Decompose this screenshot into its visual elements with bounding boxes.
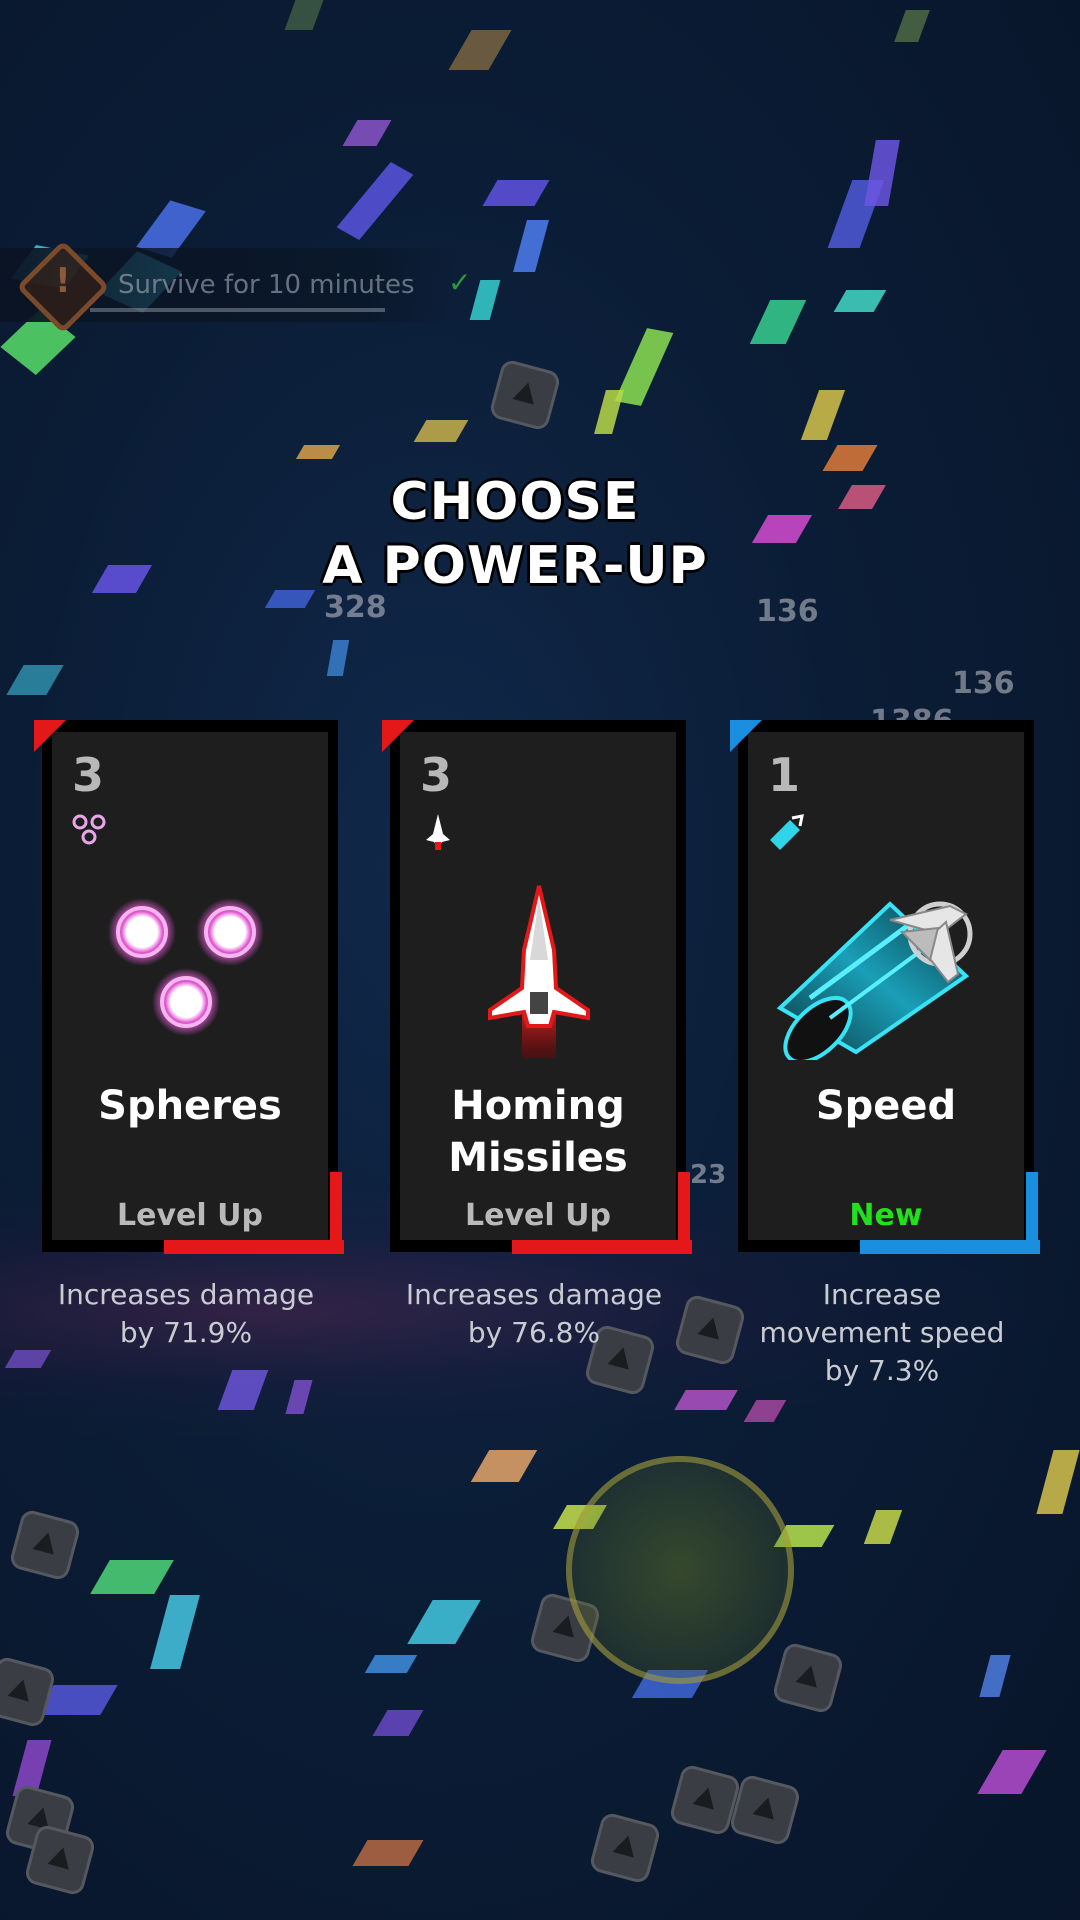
- speed-small-icon: [770, 814, 804, 850]
- card-corner-accent: [730, 720, 762, 752]
- card-level: 1: [768, 748, 801, 802]
- card-corner-accent: [34, 720, 66, 752]
- checkmark-icon: ✓: [448, 266, 472, 299]
- card-accent-bottom: [512, 1240, 692, 1254]
- spheres-icon: [108, 898, 264, 1036]
- card-status-new: New: [849, 1198, 923, 1233]
- description-line: movement speed: [759, 1316, 1005, 1349]
- card-accent-right: [678, 1172, 690, 1248]
- quest-progress-line: [90, 308, 385, 312]
- quest-text: Survive for 10 minutes: [118, 270, 415, 300]
- card-accent-bottom: [164, 1240, 344, 1254]
- card-name: Homing Missiles: [400, 1080, 676, 1184]
- joystick-control[interactable]: [566, 1456, 794, 1684]
- card-name-line-2: Missiles: [448, 1135, 628, 1181]
- title-line-1: CHOOSE: [390, 472, 640, 532]
- card-accent-right: [330, 1172, 342, 1248]
- powerup-card-speed[interactable]: 1 Speed New: [730, 720, 1040, 1254]
- card-description-speed: Increase movement speed by 7.3%: [722, 1276, 1042, 1390]
- powerup-card-spheres[interactable]: 3 Spheres Level Up: [34, 720, 344, 1254]
- card-corner-accent: [382, 720, 414, 752]
- card-level: 3: [420, 748, 453, 802]
- description-line: by 7.3%: [824, 1354, 940, 1387]
- damage-number: 23: [690, 1160, 727, 1190]
- speed-thruster-icon: [776, 901, 973, 1060]
- card-name: Spheres: [98, 1083, 282, 1129]
- damage-number: 136: [756, 594, 819, 629]
- card-description-spheres: Increases damage by 71.9%: [26, 1276, 346, 1352]
- description-line: Increases damage: [405, 1278, 663, 1311]
- card-status: Level Up: [117, 1198, 263, 1233]
- missile-small-icon: [426, 814, 450, 850]
- description-line: Increase: [822, 1278, 942, 1311]
- card-level: 3: [72, 748, 105, 802]
- homing-missile-icon: [488, 885, 590, 1058]
- card-description-homing-missiles: Increases damage by 76.8%: [374, 1276, 694, 1352]
- page-title: CHOOSE A POWER-UP: [0, 470, 1030, 598]
- description-line: by 76.8%: [467, 1316, 601, 1349]
- powerup-card-homing-missiles[interactable]: 3 Homing Missiles Level Up: [382, 720, 692, 1254]
- card-name-line-1: Homing: [451, 1083, 625, 1129]
- card-status: Level Up: [465, 1198, 611, 1233]
- card-name: Speed: [815, 1083, 957, 1129]
- title-line-2: A POWER-UP: [322, 536, 708, 596]
- spheres-small-icon: [72, 814, 106, 845]
- card-accent-bottom: [860, 1240, 1040, 1254]
- description-line: by 71.9%: [119, 1316, 253, 1349]
- quest-objective: ! Survive for 10 minutes ✓: [0, 240, 472, 334]
- card-accent-right: [1026, 1172, 1038, 1248]
- damage-number: 136: [952, 666, 1015, 701]
- description-line: Increases damage: [57, 1278, 315, 1311]
